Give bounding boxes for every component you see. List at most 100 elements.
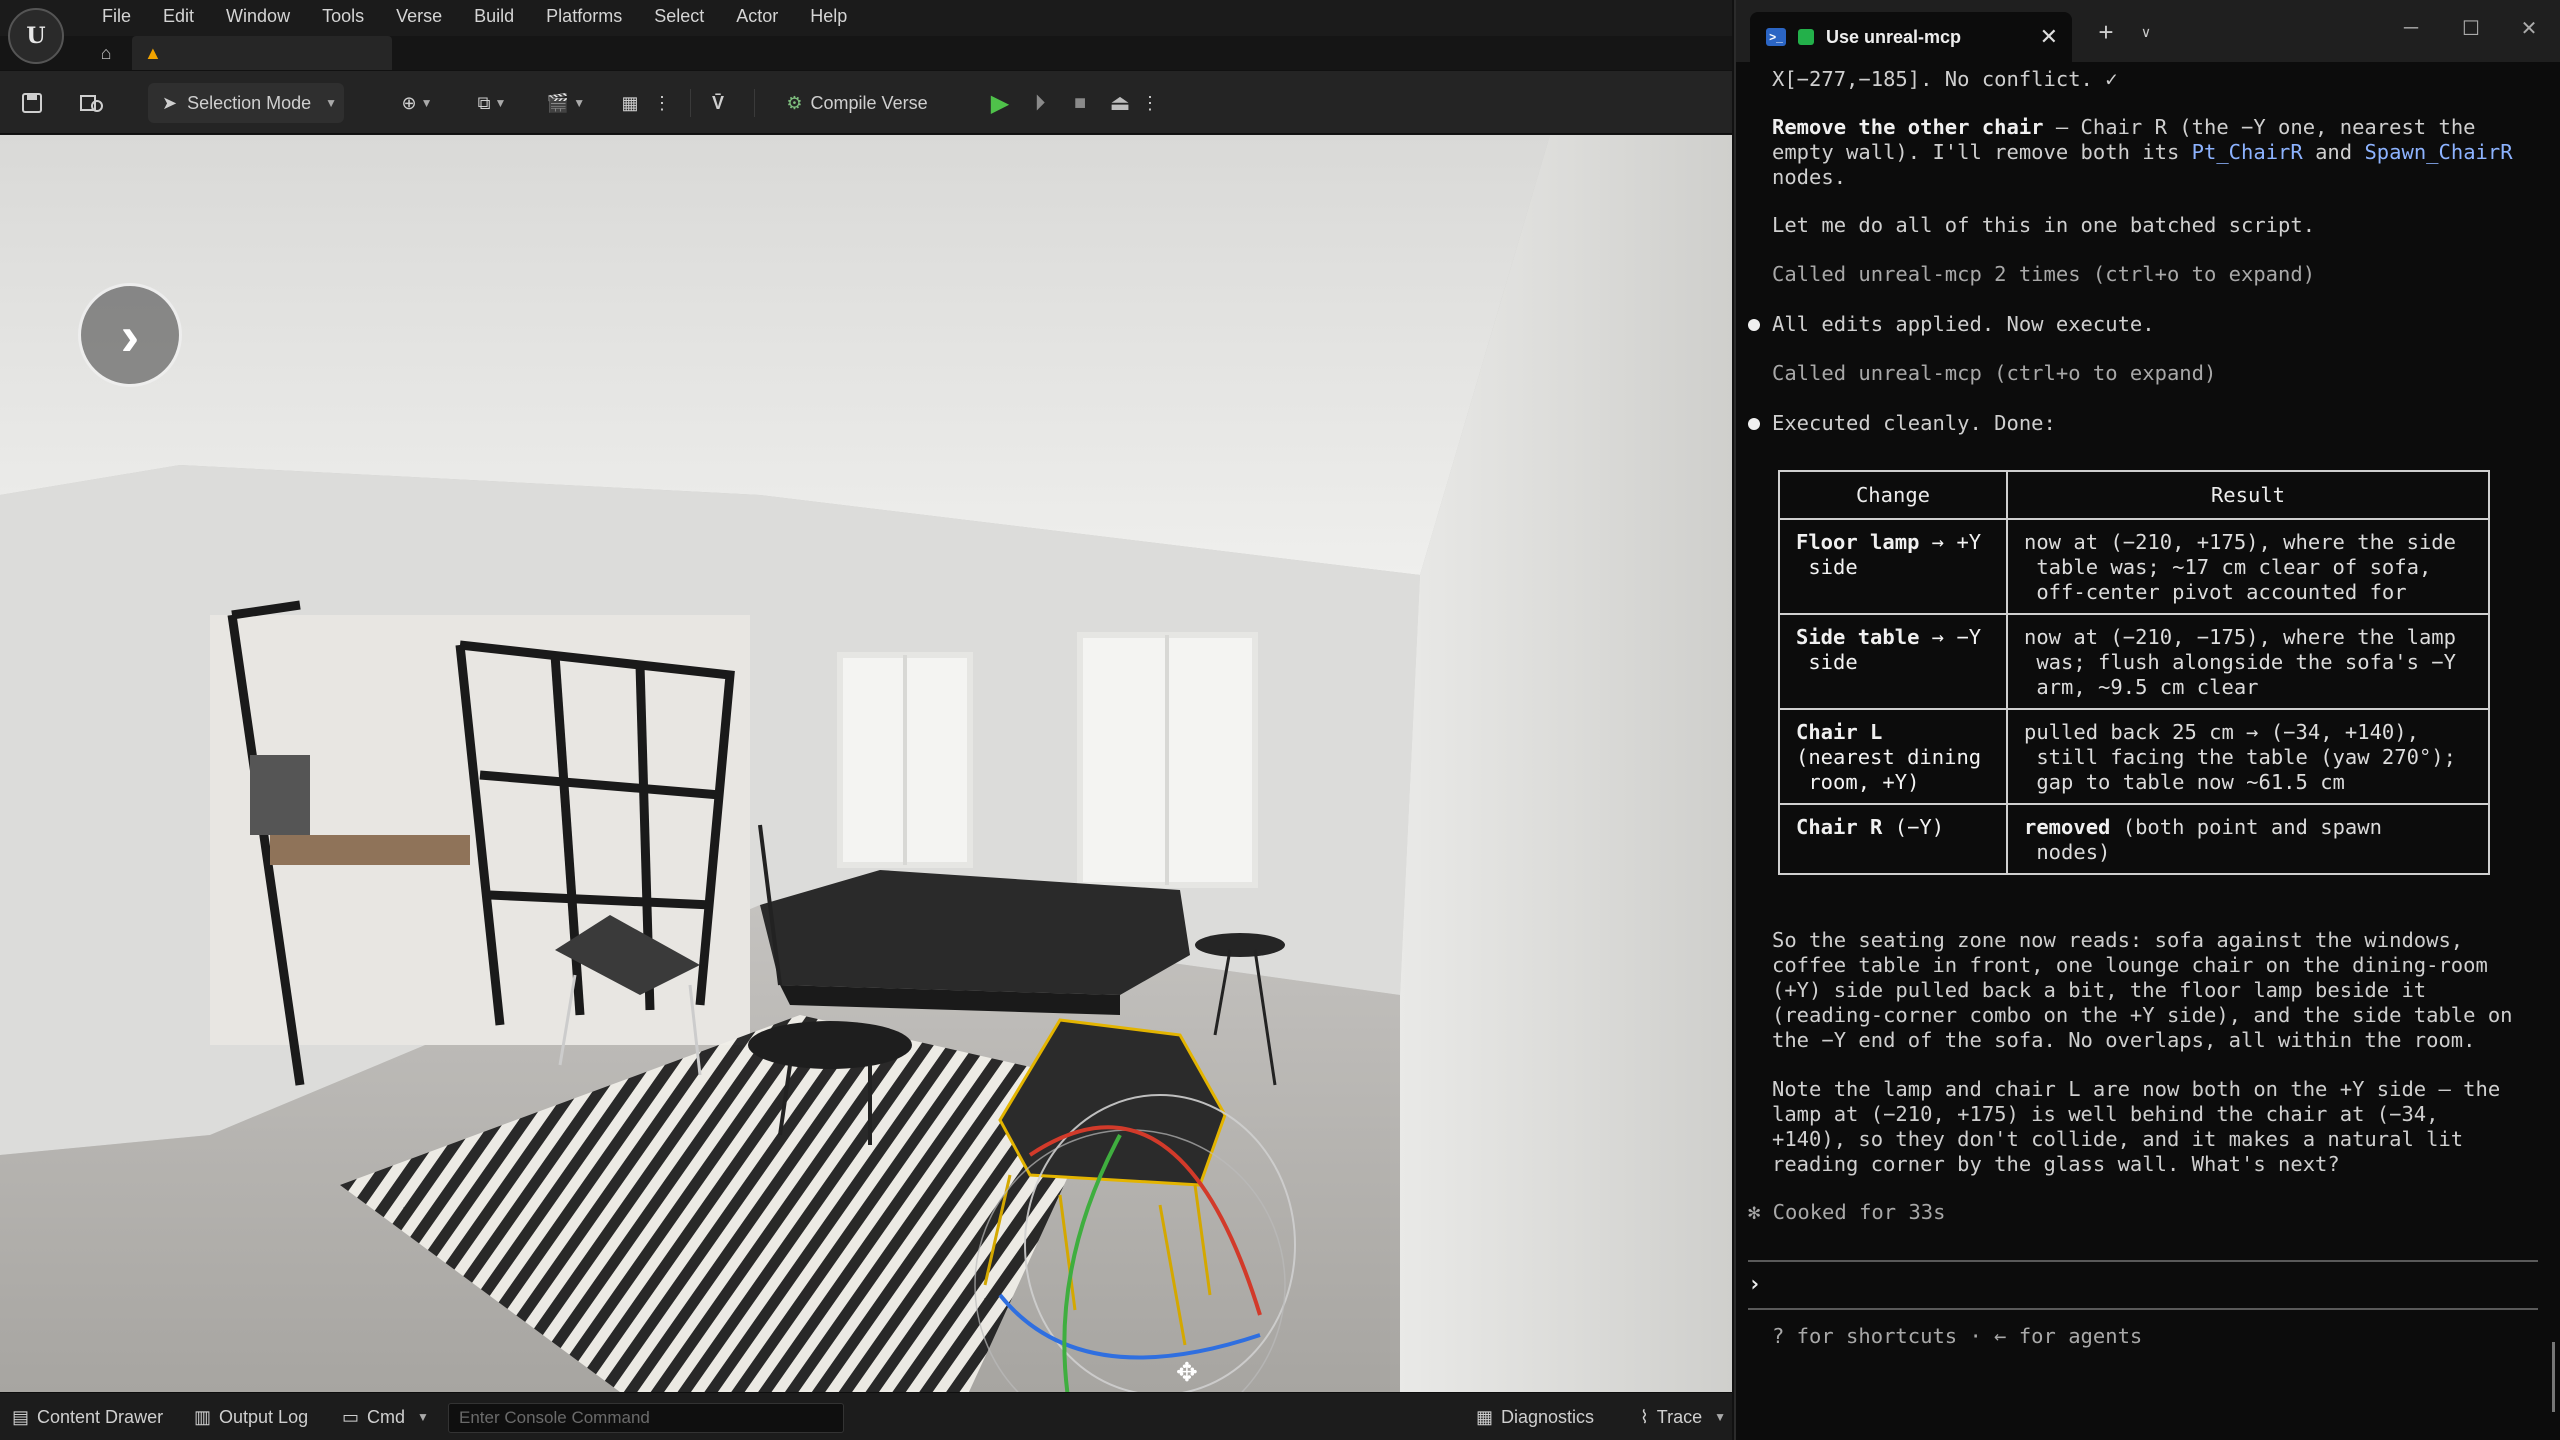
cmd-dropdown[interactable]: ▭ Cmd ▼ <box>342 1393 429 1440</box>
output-log-button[interactable]: ▥ Output Log <box>194 1393 308 1440</box>
maximize-button[interactable]: ☐ <box>2448 10 2494 46</box>
menu-platforms[interactable]: Platforms <box>530 0 638 32</box>
diagnostics-button[interactable]: ▦ Diagnostics <box>1476 1393 1594 1440</box>
output-log-icon: ▥ <box>194 1406 212 1427</box>
table-row: Chair R (−Y) removed (both point and spa… <box>1778 803 2490 875</box>
output-line: empty wall). I'll remove both its Pt_Cha… <box>1772 140 2513 164</box>
play-options-icon[interactable]: ⋮ <box>1140 83 1160 123</box>
svg-text:✥: ✥ <box>1176 1358 1198 1388</box>
cursor-icon: ➤ <box>162 92 178 113</box>
content-drawer-icon: ▤ <box>12 1406 30 1427</box>
window-close-button[interactable]: ✕ <box>2506 10 2552 46</box>
menu-edit[interactable]: Edit <box>147 0 210 32</box>
terminal-tab[interactable]: >_ Use unreal-mcp ✕ <box>1750 12 2072 62</box>
change-cell: Floor lamp → +Y side <box>1778 518 2008 615</box>
table-row: Chair L (nearest dining room, +Y) pulled… <box>1778 708 2490 805</box>
content-drawer-button[interactable]: ▤ Content Drawer <box>12 1393 163 1440</box>
note-line: reading corner by the glass wall. What's… <box>1772 1152 2340 1176</box>
terminal-icon: ▭ <box>342 1406 360 1427</box>
note-line: +140), so they don't collide, and it mak… <box>1772 1127 2464 1151</box>
trace-dropdown[interactable]: ⌇ Trace ▼ <box>1640 1393 1726 1440</box>
scrollbar-thumb[interactable] <box>2552 1342 2555 1412</box>
save-icon[interactable] <box>14 83 50 123</box>
chevron-down-icon[interactable]: ∨ <box>2132 14 2160 50</box>
powershell-icon: >_ <box>1766 28 1786 46</box>
diagnostics-icon: ▦ <box>1476 1406 1494 1427</box>
step-icon[interactable]: ⏵ <box>1020 83 1060 123</box>
output-line: Remove the other chair — Chair R (the −Y… <box>1772 115 2476 139</box>
chevron-down-icon: ▼ <box>417 1410 429 1424</box>
compile-verse-button[interactable]: ⚙ Compile Verse <box>772 83 942 123</box>
selection-mode-label: Selection Mode <box>187 92 312 113</box>
unreal-logo-icon[interactable]: U <box>8 8 64 64</box>
output-line: Let me do all of this in one batched scr… <box>1772 213 2316 237</box>
shortcut-hint: ? for shortcuts · ← for agents <box>1772 1324 2143 1348</box>
cooked-status: ✻ Cooked for 33s <box>1748 1200 1946 1224</box>
add-actor-icon[interactable]: ⊕ ▼ <box>392 83 442 123</box>
tool-call-line[interactable]: Called unreal-mcp (ctrl+o to expand) <box>1772 361 2216 386</box>
result-cell: removed (both point and spawn nodes) <box>2006 803 2490 875</box>
stop-icon[interactable]: ■ <box>1060 83 1100 123</box>
summary-line: So the seating zone now reads: sofa agai… <box>1772 928 2464 952</box>
diagnostics-label: Diagnostics <box>1501 1406 1595 1427</box>
bullet-icon <box>1748 418 1760 430</box>
table-header: Change <box>1778 470 2008 520</box>
menu-verse[interactable]: Verse <box>380 0 458 32</box>
bullet-icon <box>1748 319 1760 331</box>
summary-line: the −Y end of the sofa. No overlaps, all… <box>1772 1028 2476 1052</box>
menu-actor[interactable]: Actor <box>720 0 794 32</box>
table-header-row: Change Result <box>1778 470 2490 520</box>
toolbar-divider <box>754 89 755 117</box>
console-command-input[interactable] <box>448 1403 844 1433</box>
blueprint-icon[interactable]: ⧉ ▼ <box>464 83 520 123</box>
close-icon[interactable]: ✕ <box>2040 24 2058 50</box>
level-viewport[interactable]: ✥ › <box>0 135 1732 1392</box>
platforms-icon[interactable]: ▦ <box>612 83 648 123</box>
minimize-button[interactable]: ─ <box>2388 10 2434 46</box>
menu-items: File Edit Window Tools Verse Build Platf… <box>86 0 863 32</box>
note-line: Note the lamp and chair L are now both o… <box>1772 1077 2501 1101</box>
table-row: Side table → −Y side now at (−210, −175)… <box>1778 613 2490 710</box>
unreal-editor-window: File Edit Window Tools Verse Build Platf… <box>0 0 1732 1440</box>
scene-render: ✥ <box>0 135 1732 1392</box>
output-log-label: Output Log <box>219 1406 309 1427</box>
home-icon[interactable]: ⌂ <box>86 36 126 70</box>
expand-panel-button[interactable]: › <box>78 283 182 387</box>
trace-icon: ⌇ <box>1640 1406 1649 1427</box>
tool-call-line[interactable]: Called unreal-mcp 2 times (ctrl+o to exp… <box>1772 262 2315 287</box>
verse-icon[interactable]: V̄ <box>700 83 736 123</box>
more-options-icon[interactable]: ⋮ <box>652 83 672 123</box>
selection-mode-dropdown[interactable]: ➤ Selection Mode ▼ <box>148 83 344 123</box>
menu-file[interactable]: File <box>86 0 147 32</box>
menu-select[interactable]: Select <box>638 0 720 32</box>
output-line: nodes. <box>1772 165 1847 189</box>
prompt-input[interactable]: › <box>1748 1272 1761 1297</box>
cmd-label: Cmd <box>367 1406 406 1427</box>
prompt-divider <box>1748 1308 2538 1310</box>
summary-line: coffee table in front, one lounge chair … <box>1772 953 2488 977</box>
content-browse-icon[interactable] <box>72 83 112 123</box>
eject-icon[interactable]: ⏏ <box>1100 83 1140 123</box>
menu-window[interactable]: Window <box>210 0 306 32</box>
summary-line: (+Y) side pulled back a bit, the floor l… <box>1772 978 2427 1002</box>
table-row: Floor lamp → +Y side now at (−210, +175)… <box>1778 518 2490 615</box>
result-table: Change Result Floor lamp → +Y side now a… <box>1778 470 2490 875</box>
prompt-divider <box>1748 1260 2538 1262</box>
compile-verse-label: Compile Verse <box>810 92 928 113</box>
new-tab-button[interactable]: + <box>2088 14 2124 50</box>
terminal-titlebar: >_ Use unreal-mcp ✕ + ∨ ─ ☐ ✕ <box>1736 0 2560 62</box>
warning-icon: ▲ <box>144 42 162 63</box>
cinematics-icon[interactable]: 🎬 ▼ <box>538 83 594 123</box>
level-tab[interactable]: ▲ <box>132 36 392 70</box>
play-icon[interactable]: ▶ <box>980 83 1020 123</box>
compile-icon: ⚙ <box>786 92 803 113</box>
toolbar-divider <box>690 89 691 117</box>
terminal-window: >_ Use unreal-mcp ✕ + ∨ ─ ☐ ✕ X[−277,−18… <box>1734 0 2560 1440</box>
menu-help[interactable]: Help <box>794 0 863 32</box>
menu-build[interactable]: Build <box>458 0 530 32</box>
level-tab-row: ⌂ ▲ <box>86 36 392 70</box>
output-line: X[−277,−185]. No conflict. ✓ <box>1772 67 2118 91</box>
change-cell: Chair R (−Y) <box>1778 803 2008 875</box>
chevron-down-icon: ▼ <box>1714 1410 1727 1424</box>
menu-tools[interactable]: Tools <box>306 0 380 32</box>
